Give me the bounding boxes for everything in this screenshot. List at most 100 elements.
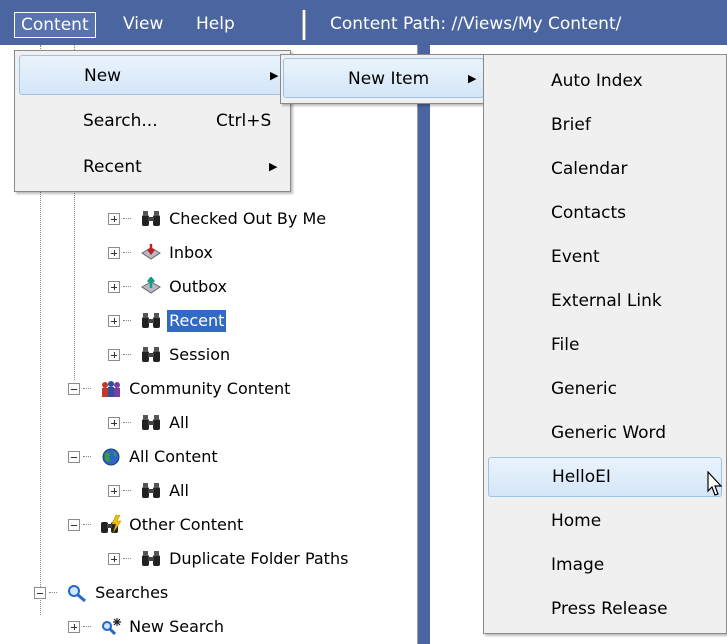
menu-item-contacts[interactable]: Contacts [488,195,722,231]
tree-node-searches[interactable]: Searches [34,577,170,607]
menu-item-label: File [551,335,580,355]
tree-node-label: New Search [129,616,225,636]
menu-item-label: Brief [551,115,591,135]
tree-node-checked-out[interactable]: Checked Out By Me [108,203,328,233]
tree-node-inbox[interactable]: Inbox [108,237,215,267]
menu-item-label: HelloEI [552,467,611,487]
expand-icon[interactable] [108,484,120,497]
inbox-icon [141,243,162,260]
menu-item-brief[interactable]: Brief [488,107,722,143]
people-icon [102,380,121,397]
collapse-icon[interactable] [68,518,80,531]
tree-node-label: All Content [129,446,218,466]
content-path-label: Content Path: //Views/My Content/ [330,14,622,34]
menu-item-press-release[interactable]: Press Release [488,591,722,627]
tree-node-recent[interactable]: Recent [108,305,227,335]
menu-view[interactable]: View [117,12,169,38]
expand-icon[interactable] [108,246,120,259]
content-menu: New ▶ Search... Ctrl+S Recent ▶ [14,50,291,192]
menu-item-external-link[interactable]: External Link [488,283,722,319]
binoculars-icon [142,550,161,566]
collapse-icon[interactable] [68,382,80,395]
expand-icon[interactable] [108,212,120,225]
menu-item-auto-index[interactable]: Auto Index [488,63,722,99]
menu-help[interactable]: Help [190,12,241,38]
tree-node-label: Inbox [169,242,213,262]
tree-node-label: Session [169,344,231,364]
binoculars-icon [142,482,161,498]
new-search-icon [102,617,122,635]
tree-node-label: Duplicate Folder Paths [169,548,349,568]
menu-item-event[interactable]: Event [488,239,722,275]
menu-item-label: Recent [83,157,142,177]
binoculars-icon [142,346,161,362]
menu-item-label: Generic Word [551,423,667,443]
tree-node-all-content[interactable]: All Content [68,441,220,471]
collapse-icon[interactable] [68,450,80,463]
expand-icon[interactable] [108,348,120,361]
menu-item-label: Contacts [551,203,626,223]
outbox-icon [141,276,162,294]
menu-item-generic[interactable]: Generic [488,371,722,407]
tree-node-community-content[interactable]: Community Content [68,373,292,403]
tree-node-label: Checked Out By Me [169,208,327,228]
menu-item-label: Event [551,247,600,267]
menu-item-generic-word[interactable]: Generic Word [488,415,722,451]
submenu-arrow-icon: ▶ [468,72,477,85]
binoculars-icon [142,312,161,328]
binoculars-lightning-icon [101,514,122,533]
menu-item-helloei[interactable]: HelloEI [488,457,722,497]
expand-icon[interactable] [108,416,120,429]
menu-item-home[interactable]: Home [488,503,722,539]
tree-node-other-content[interactable]: Other Content [68,509,245,539]
tree-node-label: Searches [95,582,169,602]
menu-item-label: New [84,66,122,86]
menu-item-label: Home [551,511,602,531]
binoculars-icon [142,414,161,430]
expand-icon[interactable] [68,620,80,633]
tree-node-label: All [169,480,189,500]
tree-node-label: Other Content [129,514,244,534]
expand-icon[interactable] [108,314,120,327]
toolbar-grip[interactable] [302,10,306,40]
pane-splitter[interactable] [418,45,430,644]
submenu-arrow-icon: ▶ [269,160,278,173]
menu-item-new[interactable]: New ▶ [19,55,287,95]
tree-node-label: All [169,412,189,432]
binoculars-icon [142,210,161,226]
menu-item-search[interactable]: Search... Ctrl+S [19,101,287,141]
submenu-arrow-icon: ▶ [270,69,279,82]
new-submenu: New Item ▶ [280,54,487,104]
menu-item-label: External Link [551,291,662,311]
tree-node-label: Community Content [129,378,291,398]
expand-icon[interactable] [108,552,120,565]
menu-item-recent[interactable]: Recent ▶ [19,147,287,187]
menu-item-label: Calendar [551,159,628,179]
menu-item-label: Image [551,555,605,575]
menu-item-file[interactable]: File [488,327,722,363]
menu-item-new-item[interactable]: New Item ▶ [283,58,484,98]
menu-item-label: Generic [551,379,617,399]
magnifier-icon [68,584,87,602]
expand-icon[interactable] [108,280,120,293]
tree-node-label: Recent [167,309,227,332]
collapse-icon[interactable] [34,586,46,599]
tree-node-new-search[interactable]: New Search [68,611,226,641]
menu-item-image[interactable]: Image [488,547,722,583]
menu-item-label: New Item [348,69,430,89]
menu-item-shortcut: Ctrl+S [216,111,272,131]
tree-node-outbox[interactable]: Outbox [108,271,229,301]
tree-node-allcontent-all[interactable]: All [108,475,191,505]
new-item-submenu: Auto Index Brief Calendar Contacts Event… [483,54,727,634]
globe-icon [102,448,120,465]
tree-node-community-all[interactable]: All [108,407,191,437]
tree-node-duplicate-folder-paths[interactable]: Duplicate Folder Paths [108,543,350,573]
menu-item-label: Press Release [551,599,668,619]
tree-node-session[interactable]: Session [108,339,232,369]
menu-item-label: Auto Index [551,71,643,91]
menu-content[interactable]: Content [14,12,96,38]
menu-item-calendar[interactable]: Calendar [488,151,722,187]
mouse-pointer-icon [707,471,723,496]
tree-node-label: Outbox [169,276,228,296]
menu-item-label: Search... [83,111,158,131]
